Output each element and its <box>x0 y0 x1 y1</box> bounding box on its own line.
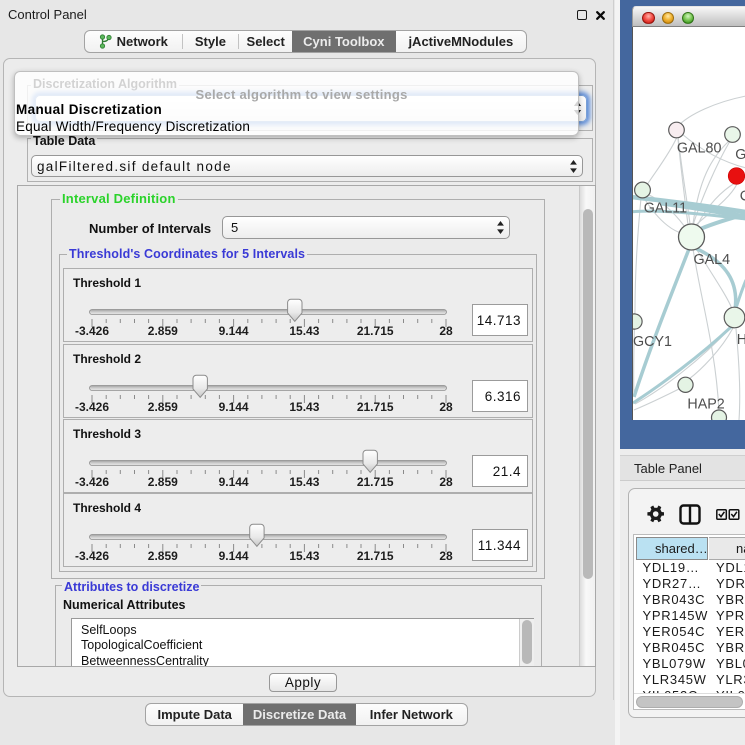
svg-text:C: C <box>740 188 745 204</box>
svg-text:GCY1: GCY1 <box>633 334 672 350</box>
svg-text:GA: GA <box>735 147 745 163</box>
svg-text:H: H <box>737 332 745 348</box>
svg-text:GAL4: GAL4 <box>694 252 731 268</box>
svg-text:GAL11: GAL11 <box>644 201 687 217</box>
svg-text:GAL80: GAL80 <box>677 141 722 157</box>
svg-text:HAP2: HAP2 <box>687 397 724 413</box>
